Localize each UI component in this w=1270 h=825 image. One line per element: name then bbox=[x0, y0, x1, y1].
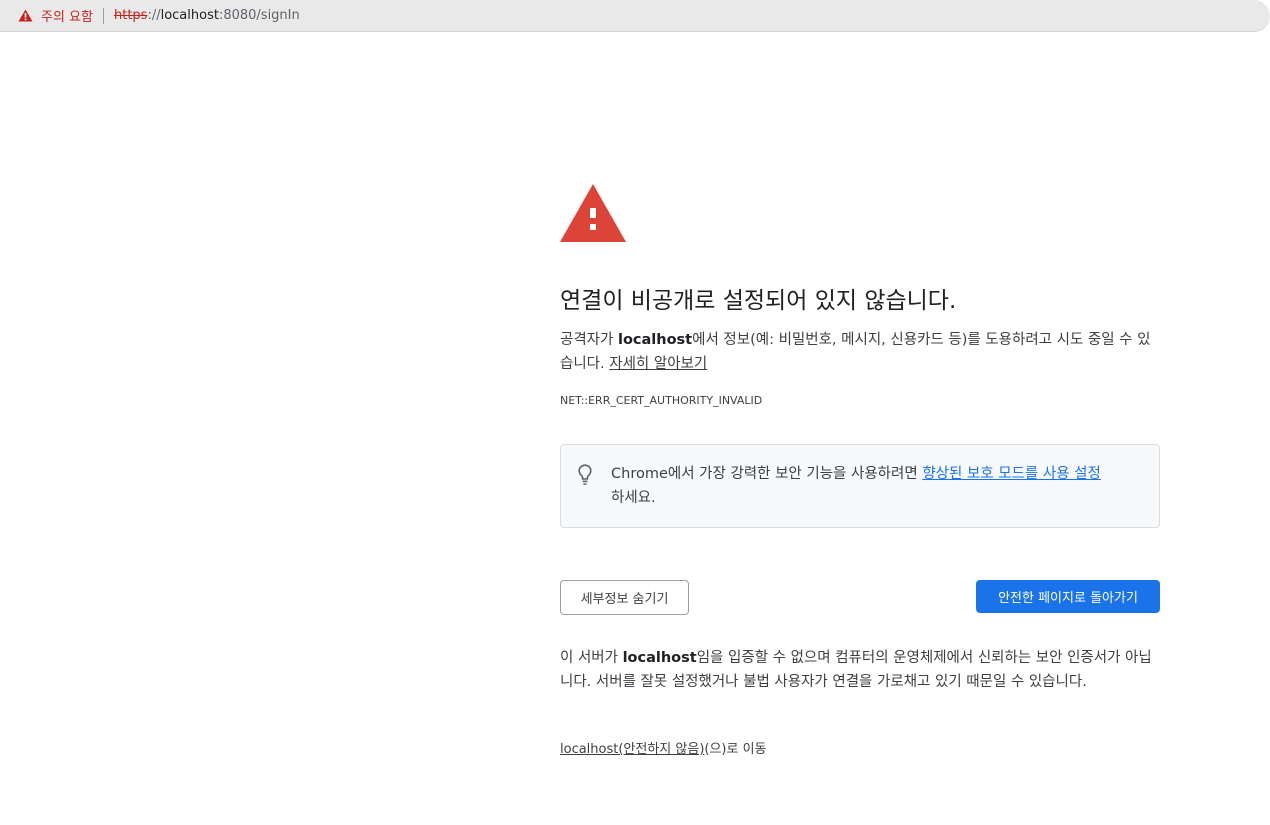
learn-more-link[interactable]: 자세히 알아보기 bbox=[609, 356, 707, 372]
explanation-prefix: 공격자가 bbox=[560, 332, 618, 348]
details-host: localhost bbox=[622, 650, 697, 666]
tip-prefix: Chrome에서 가장 강력한 보안 기능을 사용하려면 bbox=[611, 466, 923, 482]
page-title: 연결이 비공개로 설정되어 있지 않습니다. bbox=[560, 288, 957, 314]
url-separator: :// bbox=[147, 8, 161, 23]
tip-text: Chrome에서 가장 강력한 보안 기능을 사용하려면 향상된 보호 모드를 … bbox=[611, 462, 1151, 510]
proceed-line: localhost(안전하지 않음)(으)로 이동 bbox=[560, 738, 767, 757]
explanation-host: localhost bbox=[617, 332, 693, 348]
url-path: :8080/signIn bbox=[218, 8, 300, 23]
url-host: localhost bbox=[160, 8, 219, 23]
enhanced-protection-link[interactable]: 향상된 보호 모드를 사용 설정 bbox=[922, 466, 1101, 482]
address-bar[interactable]: 주의 요함 https://localhost:8080/signIn bbox=[0, 0, 1270, 32]
hide-details-button[interactable]: 세부정보 숨기기 bbox=[560, 580, 689, 615]
tip-suffix: 하세요. bbox=[611, 490, 656, 506]
warning-triangle-icon bbox=[18, 9, 33, 22]
details-paragraph: 이 서버가 localhost임을 입증할 수 없으며 컴퓨터의 운영체제에서 … bbox=[560, 646, 1160, 694]
lightbulb-icon bbox=[578, 464, 592, 485]
warning-triangle-icon bbox=[560, 184, 626, 242]
proceed-unsafe-link[interactable]: localhost(안전하지 않음) bbox=[560, 742, 704, 757]
back-to-safety-button[interactable]: 안전한 페이지로 돌아가기 bbox=[976, 580, 1160, 613]
address-divider bbox=[102, 7, 104, 24]
url-text[interactable]: https://localhost:8080/signIn bbox=[114, 8, 300, 23]
details-prefix: 이 서버가 bbox=[560, 650, 623, 666]
url-scheme: https bbox=[113, 8, 148, 23]
security-chip[interactable]: 주의 요함 bbox=[0, 0, 93, 32]
enhanced-protection-tip: Chrome에서 가장 강력한 보안 기능을 사용하려면 향상된 보호 모드를 … bbox=[560, 444, 1160, 528]
security-label: 주의 요함 bbox=[41, 10, 93, 25]
error-code: NET::ERR_CERT_AUTHORITY_INVALID bbox=[560, 394, 763, 407]
explanation-paragraph: 공격자가 localhost에서 정보(예: 비밀번호, 메시지, 신용카드 등… bbox=[560, 328, 1160, 376]
proceed-suffix: (으)로 이동 bbox=[704, 742, 767, 757]
